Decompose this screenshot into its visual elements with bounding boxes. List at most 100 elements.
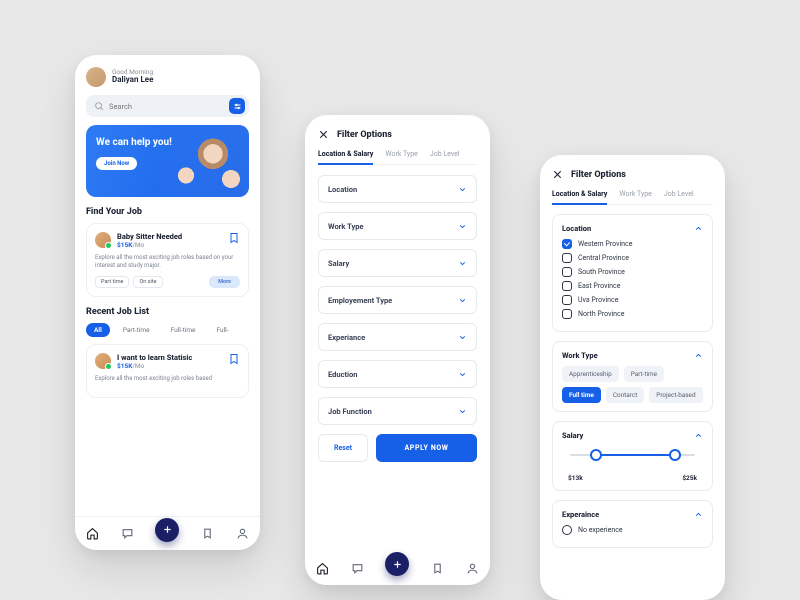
chip-contract[interactable]: Contarct: [606, 387, 644, 403]
checkbox-row[interactable]: South Province: [562, 267, 703, 277]
radio[interactable]: [562, 525, 572, 535]
slider-handle-min[interactable]: [590, 449, 602, 461]
salary-panel: Salary $13k $25k: [552, 421, 713, 491]
chat-icon[interactable]: [351, 562, 364, 575]
home-screen: Good Morning Daliyan Lee We can help you…: [75, 55, 260, 550]
avatar[interactable]: [86, 67, 106, 87]
chevron-down-icon: [458, 259, 467, 268]
job-desc: Explore all the most exciting job roles …: [95, 254, 240, 270]
dropdown-employment-type[interactable]: Employement Type: [318, 286, 477, 314]
search-bar[interactable]: [86, 95, 249, 117]
checkbox-row[interactable]: Uva Province: [562, 295, 703, 305]
location-title: Location: [562, 224, 591, 233]
dropdown-salary[interactable]: Salary: [318, 249, 477, 277]
chevron-up-icon[interactable]: [694, 510, 703, 519]
chat-icon[interactable]: [121, 527, 134, 540]
salary-min: $13k: [568, 474, 583, 482]
find-your-job-title: Find Your Job: [86, 207, 249, 217]
checkbox[interactable]: [562, 267, 572, 277]
tab-work-type[interactable]: Work Type: [385, 150, 418, 164]
radio-row[interactable]: No experience: [562, 525, 703, 535]
chip-apprenticeship[interactable]: Apprenticeship: [562, 366, 619, 382]
chip-project-based[interactable]: Project-based: [649, 387, 702, 403]
chevron-up-icon[interactable]: [694, 224, 703, 233]
close-icon[interactable]: [318, 129, 329, 140]
work-type-panel: Work Type Apprenticeship Part-time Full …: [552, 341, 713, 412]
reset-button[interactable]: Reset: [318, 434, 368, 462]
dropdown-job-function[interactable]: Job Function: [318, 397, 477, 425]
pill-full-time[interactable]: Full-time: [163, 323, 204, 337]
experience-title: Experaince: [562, 510, 599, 519]
filter-tabs: Location & Salary Work Type Job Level: [318, 150, 477, 165]
salary-title: Salary: [562, 431, 583, 440]
tab-job-level[interactable]: Job Level: [664, 190, 694, 204]
chevron-down-icon: [458, 370, 467, 379]
checkbox[interactable]: [562, 309, 572, 319]
job-card[interactable]: Baby Sitter Needed $15K/Mo Explore all t…: [86, 223, 249, 297]
salary-max: $25k: [682, 474, 697, 482]
more-button[interactable]: More: [209, 276, 240, 288]
bottom-nav: [75, 516, 260, 550]
bookmark-icon[interactable]: [228, 353, 240, 365]
search-input[interactable]: [109, 102, 229, 111]
search-icon: [94, 101, 104, 111]
job-title: Baby Sitter Needed: [117, 232, 182, 241]
chevron-up-icon[interactable]: [694, 431, 703, 440]
filter-title: Filter Options: [571, 170, 626, 180]
filter-options-screen: Filter Options Location & Salary Work Ty…: [305, 115, 490, 585]
dropdown-education[interactable]: Eduction: [318, 360, 477, 388]
close-icon[interactable]: [552, 169, 563, 180]
dropdown-experience[interactable]: Experiance: [318, 323, 477, 351]
greeting-row: Good Morning Daliyan Lee: [86, 67, 249, 87]
chip-full-time[interactable]: Full time: [562, 387, 601, 403]
pill-part-time[interactable]: Part-time: [115, 323, 158, 337]
job-card[interactable]: I want to learn Statisic $15K/Mo Explore…: [86, 344, 249, 398]
checkbox[interactable]: [562, 253, 572, 263]
checkbox-row[interactable]: Western Province: [562, 239, 703, 249]
checkbox-row[interactable]: Central Province: [562, 253, 703, 263]
salary-slider[interactable]: [562, 446, 703, 474]
chevron-down-icon: [458, 222, 467, 231]
job-avatar: [95, 232, 111, 248]
chevron-down-icon: [458, 185, 467, 194]
job-title: I want to learn Statisic: [117, 353, 192, 362]
add-button[interactable]: [385, 552, 409, 576]
tab-location-salary[interactable]: Location & Salary: [318, 150, 373, 165]
recent-job-list-title: Recent Job List: [86, 307, 249, 317]
add-button[interactable]: [155, 518, 179, 542]
checkbox-checked[interactable]: [562, 239, 572, 249]
hero-image: [159, 125, 249, 197]
bookmark-nav-icon[interactable]: [431, 562, 444, 575]
plus-icon: [162, 524, 173, 535]
job-tag: On site: [133, 276, 162, 288]
filter-button[interactable]: [229, 98, 245, 114]
chip-part-time[interactable]: Part-time: [624, 366, 664, 382]
chevron-up-icon[interactable]: [694, 351, 703, 360]
user-name: Daliyan Lee: [112, 76, 153, 85]
tab-job-level[interactable]: Job Level: [430, 150, 460, 164]
home-icon[interactable]: [86, 527, 99, 540]
bookmark-icon[interactable]: [228, 232, 240, 244]
tab-work-type[interactable]: Work Type: [619, 190, 652, 204]
dropdown-location[interactable]: Location: [318, 175, 477, 203]
checkbox[interactable]: [562, 295, 572, 305]
checkbox[interactable]: [562, 281, 572, 291]
slider-handle-max[interactable]: [669, 449, 681, 461]
pill-all[interactable]: All: [86, 323, 110, 337]
dropdown-work-type[interactable]: Work Type: [318, 212, 477, 240]
profile-icon[interactable]: [466, 562, 479, 575]
bookmark-nav-icon[interactable]: [201, 527, 214, 540]
checkbox-row[interactable]: North Province: [562, 309, 703, 319]
sliders-icon: [233, 102, 242, 111]
join-now-button[interactable]: Join Now: [96, 157, 137, 170]
job-desc: Explore all the most exciting job roles …: [95, 375, 240, 383]
filter-title: Filter Options: [337, 130, 392, 140]
checkbox-row[interactable]: East Province: [562, 281, 703, 291]
experience-panel: Experaince No experience: [552, 500, 713, 548]
apply-now-button[interactable]: APPLY NOW: [376, 434, 477, 462]
home-icon[interactable]: [316, 562, 329, 575]
profile-icon[interactable]: [236, 527, 249, 540]
tab-location-salary[interactable]: Location & Salary: [552, 190, 607, 205]
job-tag: Part time: [95, 276, 129, 288]
pill-full[interactable]: Full-: [208, 323, 236, 337]
